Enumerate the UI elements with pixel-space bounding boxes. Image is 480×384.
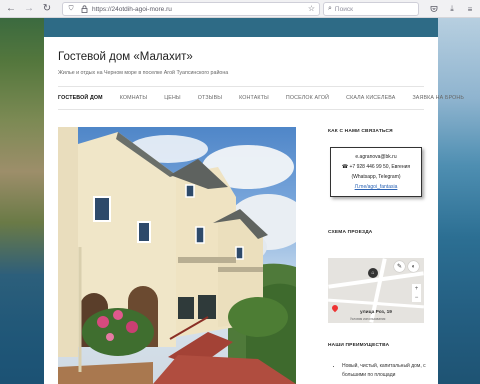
nav-item-prices[interactable]: Цены: [164, 95, 181, 101]
contact-heading: Как с нами связаться: [328, 129, 393, 134]
hamburger-menu-icon[interactable]: ≡: [464, 3, 476, 15]
contact-email[interactable]: e.agranova@bk.ru: [331, 152, 421, 162]
nav-item-booking-request[interactable]: Заявка на бронь: [412, 95, 464, 101]
contact-phone: ☎ +7 928 446 99 50, Евгения: [341, 164, 411, 170]
download-icon[interactable]: ⤓: [446, 3, 458, 15]
address-bar[interactable]: ⛉ https://24otdih-agoi-more.ru ☆: [62, 2, 320, 16]
advantages-list: Новый, чистый, капитальный дом, с больши…: [336, 362, 426, 379]
map-layers-icon[interactable]: ◐: [408, 261, 419, 272]
page-content: Гостевой дом «Малахит» Жилье и отдых на …: [44, 37, 464, 384]
search-icon: ⌕: [328, 5, 332, 12]
bookmark-star-icon[interactable]: ☆: [308, 4, 315, 13]
background-coast-left: [0, 18, 44, 384]
background-sea-right: [438, 18, 480, 384]
map-place-icon[interactable]: ⌂: [368, 268, 378, 278]
search-placeholder: Поиск: [334, 5, 353, 13]
map-edit-icon[interactable]: ✎: [394, 261, 405, 272]
browser-toolbar: ← → ↻ ⛉ https://24otdih-agoi-more.ru ☆ ⌕…: [0, 0, 480, 18]
map-terms-link[interactable]: Условия использования: [350, 317, 385, 321]
url-text: https://24otdih-agoi-more.ru: [92, 5, 172, 13]
reload-icon[interactable]: ↻: [40, 2, 54, 16]
pocket-icon[interactable]: [428, 3, 440, 15]
map-address: улица Роз, 19: [360, 310, 392, 315]
nav-item-agoi-village[interactable]: Поселок Агой: [286, 95, 329, 101]
map-heading: Схема проезда: [328, 230, 373, 235]
map-marker-icon: [330, 303, 340, 313]
tracking-shield-icon[interactable]: ⛉: [66, 4, 76, 14]
zoom-out-icon[interactable]: −: [415, 295, 419, 301]
back-arrow-icon[interactable]: ←: [4, 2, 18, 16]
map-zoom-control[interactable]: + −: [412, 284, 421, 302]
nav-item-guest-house[interactable]: Гостевой дом: [58, 95, 103, 101]
location-map[interactable]: ⌂ ✎ ◐ + − улица Роз, 19 Условия использов…: [328, 258, 424, 323]
main-navigation: Гостевой дом Комнаты Цены Отзывы Контакт…: [58, 86, 464, 110]
nav-item-reviews[interactable]: Отзывы: [198, 95, 222, 101]
nav-item-contacts[interactable]: Контакты: [239, 95, 269, 101]
contact-card: e.agranova@bk.ru ☎ +7 928 446 99 50, Евг…: [330, 147, 422, 197]
zoom-in-icon[interactable]: +: [415, 286, 419, 292]
advantages-heading: Наши преимущества: [328, 343, 390, 348]
nav-item-rooms[interactable]: Комнаты: [120, 95, 147, 101]
nav-item-kiselev-rock[interactable]: Скала Киселева: [346, 95, 395, 101]
contact-links[interactable]: Л.me/agoi_fantasia: [331, 182, 421, 192]
site-description: Жилье и отдых на Черном море в поселке А…: [58, 70, 229, 76]
site-title[interactable]: Гостевой дом «Малахит»: [58, 51, 193, 63]
lock-icon[interactable]: [79, 4, 89, 14]
list-item: Новый, чистый, капитальный дом, с больши…: [342, 362, 426, 379]
guest-house-photo: [58, 127, 296, 384]
forward-arrow-icon[interactable]: →: [22, 2, 36, 16]
contact-messengers: (Whatsapp, Telegram): [351, 174, 401, 180]
search-input[interactable]: ⌕ Поиск: [323, 2, 419, 16]
